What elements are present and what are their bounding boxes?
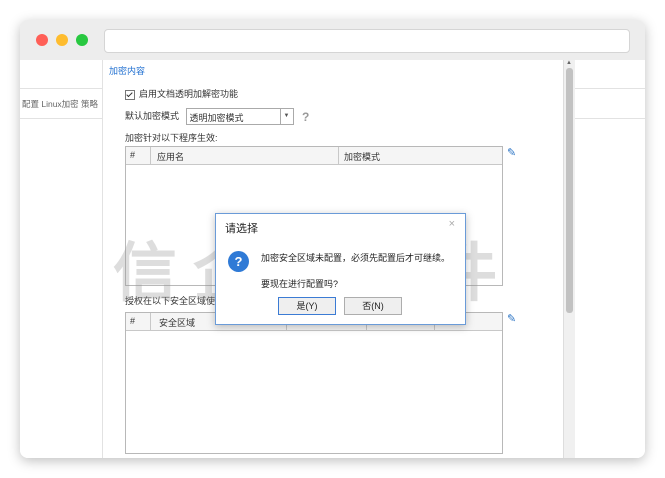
- column-divider: [150, 313, 151, 330]
- close-icon[interactable]: ×: [449, 218, 455, 230]
- dialog-message: 加密安全区域未配置，必须先配置后才可继续。: [261, 253, 451, 263]
- edit-pencil-icon[interactable]: ✎: [507, 146, 516, 159]
- left-panel-label: 配置 Linux加密 策略: [22, 99, 99, 109]
- dialog-question: 要现在进行配置吗?: [261, 279, 339, 289]
- confirm-dialog: 请选择 × ? 加密安全区域未配置，必须先配置后才可继续。 要现在进行配置吗? …: [215, 213, 466, 325]
- scrollbar-thumb[interactable]: [566, 68, 573, 313]
- default-mode-value: 透明加密模式: [189, 113, 244, 123]
- default-mode-select[interactable]: 透明加密模式 ▼: [185, 108, 294, 125]
- enable-encryption-checkbox[interactable]: [125, 89, 135, 100]
- column-divider: [150, 147, 151, 164]
- enable-encryption-row[interactable]: 启用文档透明加解密功能: [125, 87, 238, 100]
- column-header-index: #: [130, 316, 136, 326]
- divider: [20, 118, 102, 119]
- question-icon: ?: [228, 251, 249, 272]
- dialog-title: 请选择: [225, 223, 258, 235]
- yes-button[interactable]: 是(Y): [278, 297, 336, 315]
- minimize-window-button[interactable]: [56, 34, 68, 46]
- left-panel: 配置 Linux加密 策略: [20, 60, 103, 458]
- scroll-up-icon[interactable]: ▲: [566, 60, 572, 66]
- apply-programs-label: 加密针对以下程序生效:: [125, 133, 218, 143]
- title-bar: [20, 20, 645, 60]
- divider: [575, 118, 645, 119]
- column-header-index: #: [130, 150, 136, 160]
- apps-table-header: # 应用名 加密模式: [126, 147, 502, 165]
- chevron-down-icon[interactable]: ▼: [279, 109, 293, 124]
- column-header-zone: 安全区域: [159, 318, 196, 328]
- address-bar[interactable]: [104, 29, 630, 53]
- default-mode-row: 默认加密模式 透明加密模式 ▼ ?: [125, 108, 309, 125]
- enable-encryption-label: 启用文档透明加解密功能: [139, 89, 239, 99]
- divider: [20, 88, 102, 89]
- close-window-button[interactable]: [36, 34, 48, 46]
- zones-table: # 安全区域: [125, 312, 503, 454]
- maximize-window-button[interactable]: [76, 34, 88, 46]
- column-header-encrypt-mode: 加密模式: [344, 152, 381, 162]
- no-button[interactable]: 否(N): [344, 297, 402, 315]
- section-title: 加密内容: [109, 66, 146, 76]
- divider: [575, 88, 645, 89]
- right-panel: [575, 60, 645, 458]
- help-icon[interactable]: ?: [302, 110, 309, 124]
- column-divider: [338, 147, 339, 164]
- column-header-app-name: 应用名: [157, 152, 185, 162]
- default-mode-label: 默认加密模式: [125, 110, 180, 121]
